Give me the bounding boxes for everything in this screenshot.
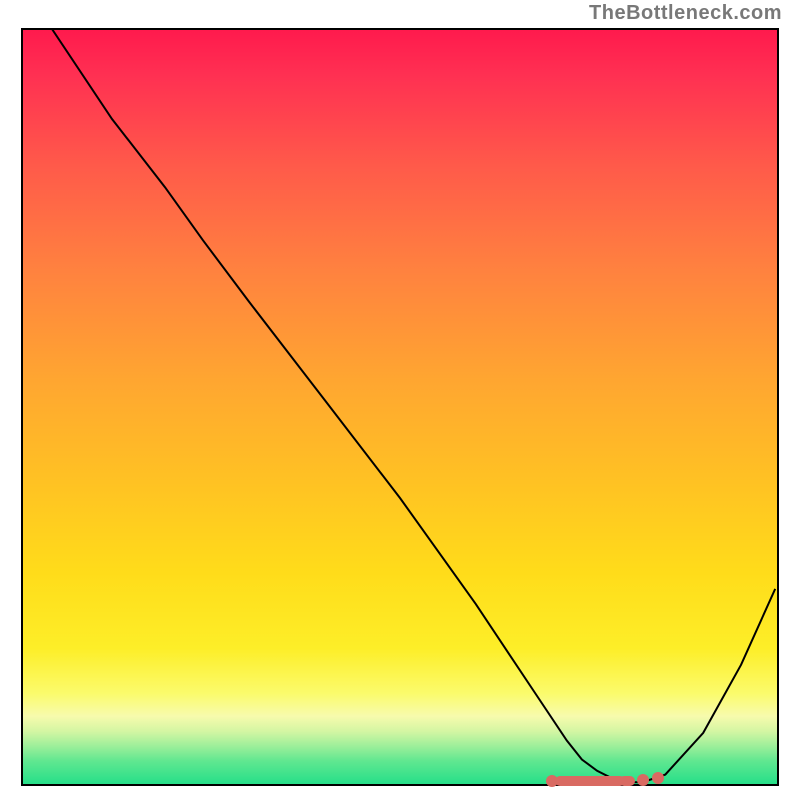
marker-smear	[555, 776, 625, 786]
chart-container	[21, 28, 779, 786]
marker-dot	[652, 772, 664, 784]
marker-dot	[637, 774, 649, 786]
bottleneck-curve	[21, 28, 779, 786]
attribution-text: TheBottleneck.com	[589, 2, 782, 25]
